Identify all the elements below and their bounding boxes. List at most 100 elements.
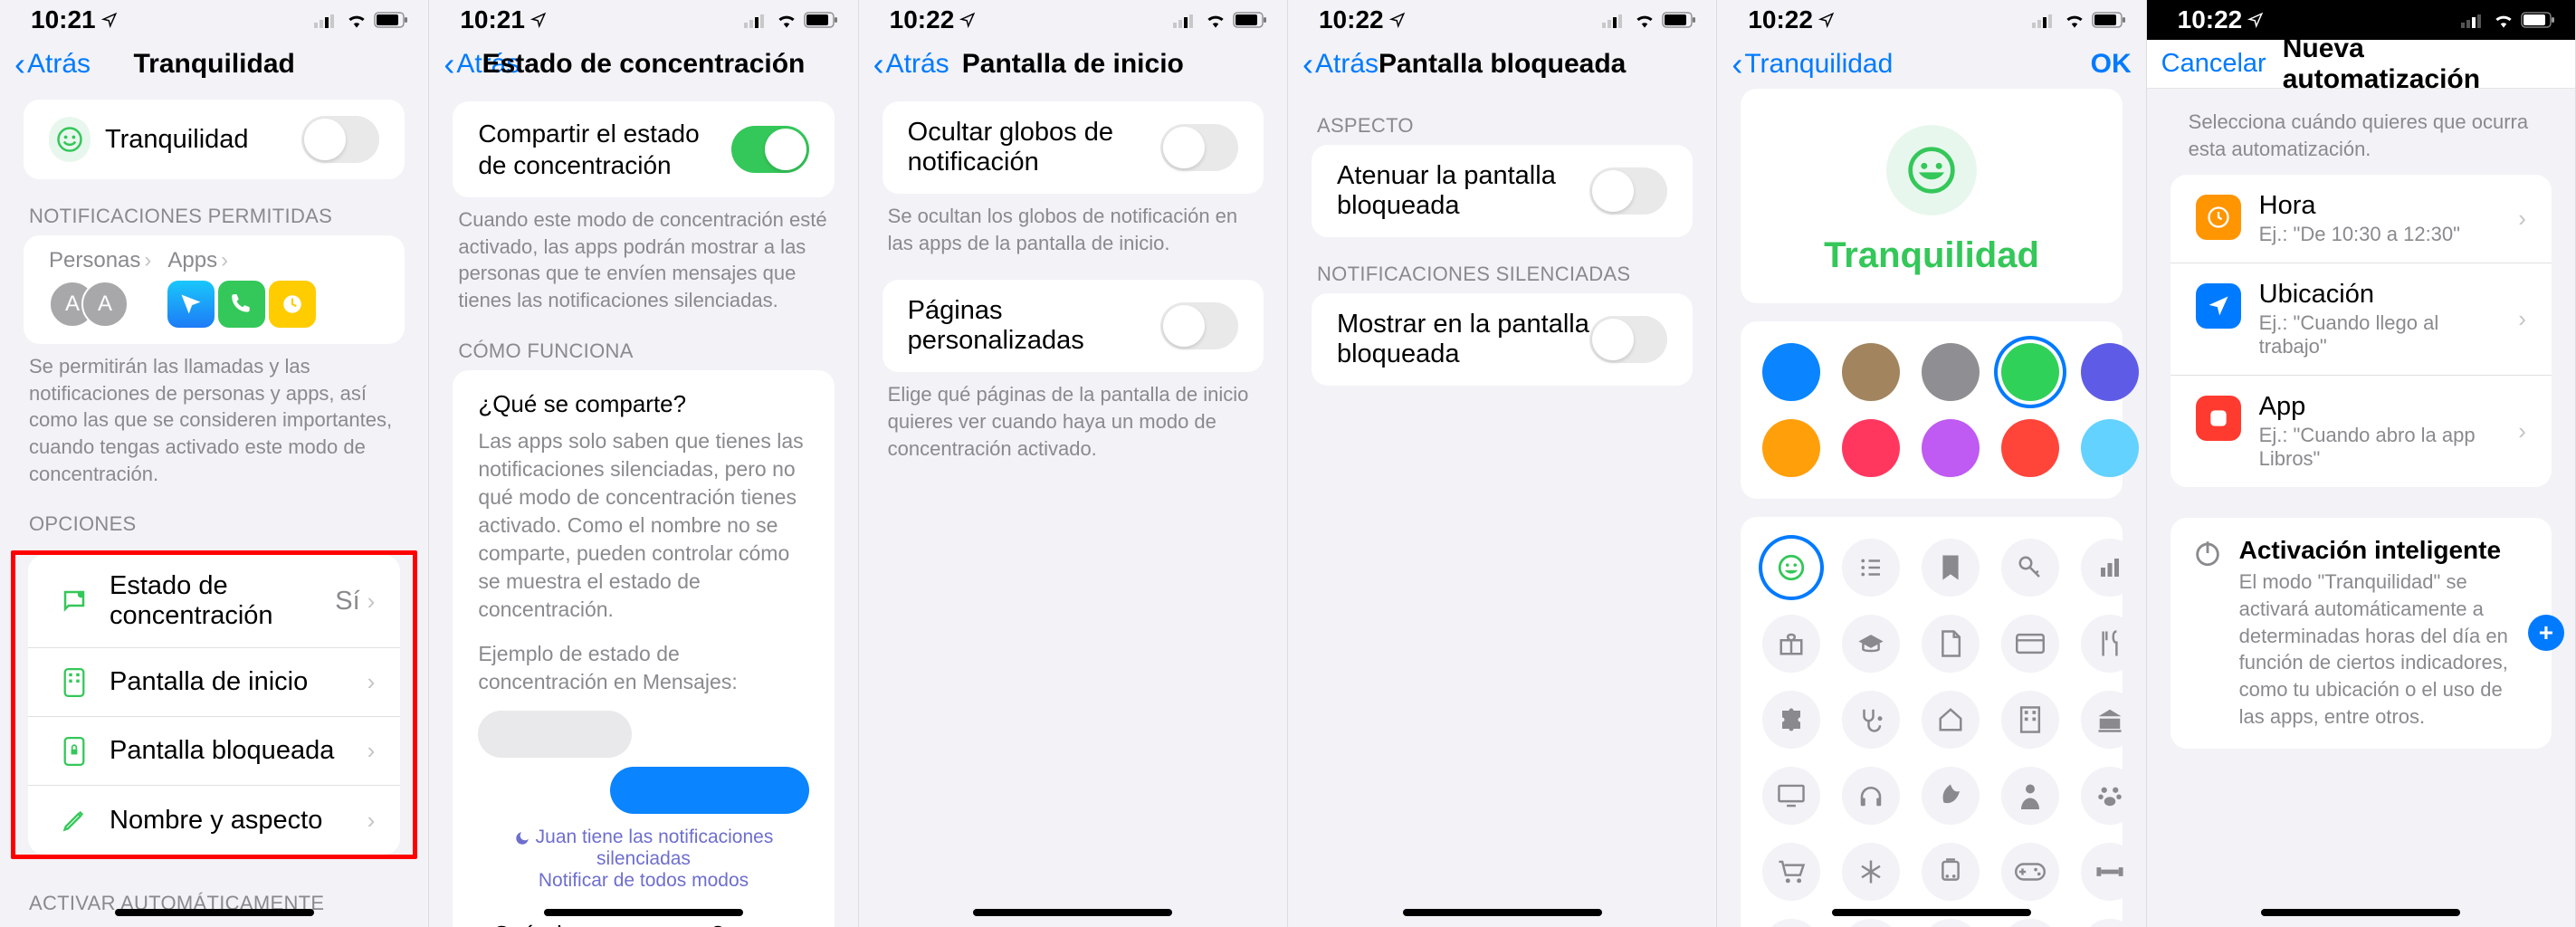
- utensils-icon[interactable]: [2081, 615, 2139, 673]
- tram-icon[interactable]: [1922, 843, 1980, 901]
- game-icon[interactable]: [2001, 843, 2059, 901]
- lock-screen-icon: [62, 737, 86, 766]
- face-icon[interactable]: [1762, 539, 1820, 597]
- custom-pages-toggle[interactable]: [1160, 302, 1238, 349]
- focus-name-field[interactable]: Tranquilidad: [1741, 225, 2122, 276]
- app-icon: [167, 281, 215, 328]
- show-on-lock-row: Mostrar en la pantalla bloqueada: [1312, 293, 1693, 386]
- doc-icon[interactable]: [1922, 615, 1980, 673]
- home-screen-row[interactable]: Pantalla de inicio ›: [28, 648, 400, 717]
- card-icon[interactable]: [2001, 615, 2059, 673]
- bookmark-icon[interactable]: [1922, 539, 1980, 597]
- puzzle-icon[interactable]: [1762, 691, 1820, 749]
- battery-icon: [374, 11, 410, 29]
- steth-icon[interactable]: [1842, 691, 1900, 749]
- color-picker: [1741, 321, 2122, 499]
- home-indicator[interactable]: [115, 909, 314, 916]
- color-swatch[interactable]: [2081, 419, 2139, 477]
- display-icon[interactable]: [1762, 767, 1820, 825]
- battery-icon: [804, 11, 840, 29]
- cellular-icon: [1602, 12, 1627, 28]
- row-label: Páginas personalizadas: [908, 296, 1160, 356]
- home-indicator[interactable]: [973, 909, 1172, 916]
- back-label: Atrás: [27, 49, 91, 80]
- add-smart-button[interactable]: +: [2528, 615, 2564, 651]
- share-status-toggle[interactable]: [731, 126, 809, 173]
- custom-footer: Elige qué páginas de la pantalla de inic…: [859, 372, 1287, 462]
- cart-icon[interactable]: [1762, 843, 1820, 901]
- back-label: Atrás: [886, 49, 949, 80]
- dumbbell-icon[interactable]: [2081, 843, 2139, 901]
- ok-button[interactable]: OK: [2091, 49, 2132, 80]
- home-indicator[interactable]: [1832, 909, 2031, 916]
- trigger-app-row[interactable]: App Ej.: "Cuando abro la app Libros" ›: [2171, 376, 2552, 487]
- back-button[interactable]: ‹Atrás: [1302, 48, 1379, 81]
- color-swatch[interactable]: [1762, 419, 1820, 477]
- scissors2-icon[interactable]: [2001, 919, 2059, 927]
- nav-title: Nueva automatización: [2283, 33, 2561, 95]
- paw-icon[interactable]: [2081, 767, 2139, 825]
- home-indicator[interactable]: [544, 909, 743, 916]
- color-swatch[interactable]: [1842, 343, 1900, 401]
- color-swatch[interactable]: [1922, 419, 1980, 477]
- cancel-button[interactable]: Cancelar: [2161, 49, 2266, 79]
- trigger-location-row[interactable]: Ubicación Ej.: "Cuando llego al trabajo"…: [2171, 263, 2552, 376]
- lock-screen-row[interactable]: Pantalla bloqueada ›: [28, 717, 400, 786]
- allowed-apps[interactable]: Apps›: [167, 248, 316, 328]
- stroller-icon[interactable]: [2081, 919, 2139, 927]
- list-icon[interactable]: [1842, 539, 1900, 597]
- hide-badges-toggle[interactable]: [1160, 124, 1238, 171]
- name-aspect-row[interactable]: Nombre y aspecto ›: [28, 786, 400, 855]
- snow-icon[interactable]: [1842, 843, 1900, 901]
- home-icon[interactable]: [1922, 691, 1980, 749]
- bank-icon[interactable]: [2081, 691, 2139, 749]
- scissors-icon[interactable]: [1922, 919, 1980, 927]
- color-swatch[interactable]: [2001, 419, 2059, 477]
- location-arrow-icon: [101, 12, 118, 28]
- building-icon[interactable]: [2001, 691, 2059, 749]
- back-button[interactable]: ‹Atrás: [444, 48, 520, 81]
- cellular-icon: [314, 12, 339, 28]
- smart-activation-card[interactable]: Activación inteligente El modo "Tranquil…: [2171, 518, 2552, 748]
- color-swatch[interactable]: [1842, 419, 1900, 477]
- show-on-lock-toggle[interactable]: [1589, 316, 1667, 363]
- smart-desc: El modo "Tranquilidad" se activará autom…: [2239, 569, 2530, 730]
- headphones-icon[interactable]: [1842, 767, 1900, 825]
- row-label: Compartir el estado de concentración: [478, 118, 730, 181]
- cellular-icon: [1173, 12, 1198, 28]
- color-swatch[interactable]: [2081, 343, 2139, 401]
- back-button[interactable]: ‹ Atrás: [14, 48, 91, 81]
- battery-icon: [1662, 11, 1698, 29]
- back-button[interactable]: ‹Tranquilidad: [1732, 48, 1893, 81]
- focus-status-row[interactable]: Estado de concentración Sí ›: [28, 555, 400, 648]
- chevron-right-icon: ›: [221, 248, 228, 273]
- grad-icon[interactable]: [1842, 615, 1900, 673]
- home-indicator[interactable]: [1403, 909, 1602, 916]
- highlight-options: Estado de concentración Sí › Pantalla de…: [11, 550, 417, 859]
- focus-enable-toggle[interactable]: [301, 116, 379, 163]
- focus-big-icon: [1886, 125, 1977, 215]
- status-time: 10:22: [890, 5, 955, 34]
- avatar: A: [81, 281, 129, 328]
- chart-icon[interactable]: [2081, 539, 2139, 597]
- color-swatch[interactable]: [1762, 343, 1820, 401]
- color-swatch[interactable]: [2001, 343, 2059, 401]
- chevron-left-icon: ‹: [14, 48, 25, 81]
- gift-icon[interactable]: [1762, 615, 1820, 673]
- allowed-people[interactable]: Personas› A A: [49, 248, 151, 328]
- trigger-time-row[interactable]: Hora Ej.: "De 10:30 a 12:30" ›: [2171, 175, 2552, 263]
- color-swatch[interactable]: [1922, 343, 1980, 401]
- home-indicator[interactable]: [2261, 909, 2460, 916]
- back-button[interactable]: ‹Atrás: [873, 48, 949, 81]
- row-title: App: [2259, 392, 2501, 422]
- key-icon[interactable]: [2001, 539, 2059, 597]
- nav-bar: Cancelar Nueva automatización: [2147, 40, 2575, 89]
- chevron-right-icon: ›: [144, 248, 151, 273]
- dim-lock-toggle[interactable]: [1589, 167, 1667, 215]
- status-bar: 10:22: [1717, 0, 2145, 40]
- briefcase-icon[interactable]: [1842, 919, 1900, 927]
- person-icon[interactable]: [2001, 767, 2059, 825]
- wifi-icon: [2063, 12, 2086, 28]
- fire-icon[interactable]: [1762, 919, 1820, 927]
- leaf-icon[interactable]: [1922, 767, 1980, 825]
